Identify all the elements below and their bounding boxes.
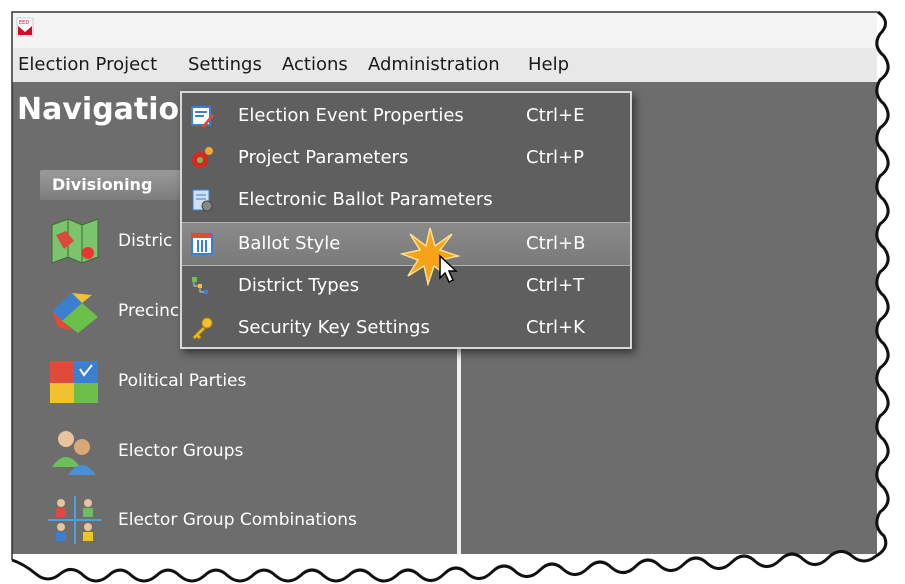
screenshot-frame: EED Election Project Settings Actions Ad… xyxy=(0,0,905,584)
torn-edge-border xyxy=(0,0,905,584)
